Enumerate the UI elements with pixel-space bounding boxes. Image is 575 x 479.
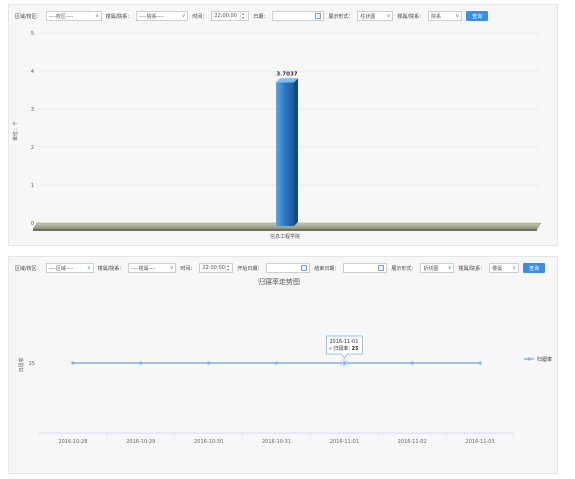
dept-label: 楼属/院系：: [397, 13, 425, 20]
line-chart-panel: 区域/校区： ----区域---- ∨ 楼属/院系： ----楼属---- ∨ 时间…: [8, 256, 558, 474]
date-input[interactable]: [272, 11, 325, 21]
calendar-icon[interactable]: [315, 13, 322, 19]
building-label: 楼属/院系：: [105, 13, 133, 20]
time-label: 时间：: [180, 265, 196, 272]
end-date-label: 结束日期：: [314, 265, 340, 272]
building-select[interactable]: ----院系---- ∨: [136, 11, 189, 21]
x-tick-label: 2016-10-30: [194, 439, 223, 445]
bar-chart: 0 1 2 3 4 5 单位：个 3.7037 信息工程学院: [12, 31, 542, 240]
legend-label[interactable]: 归寝率: [537, 356, 552, 363]
spinner-icon[interactable]: [224, 264, 231, 272]
dept-select[interactable]: 院系 ∨: [428, 11, 463, 21]
data-point[interactable]: [410, 361, 414, 365]
y-tick-label: 5: [31, 31, 34, 37]
y-tick-label: 25: [29, 361, 35, 367]
display-label: 展示形式：: [328, 13, 354, 20]
campus-select[interactable]: ----区域---- ∨: [45, 263, 94, 273]
chevron-down-icon: ∨: [455, 13, 460, 19]
time-input[interactable]: 22:00:00: [199, 263, 234, 273]
data-point[interactable]: [274, 361, 279, 365]
tooltip-marker: [329, 347, 332, 350]
tooltip-date: 2016-11-01: [329, 339, 358, 345]
filter-toolbar: 区域/校区： ----区域---- ∨ 楼属/院系： ----楼属---- ∨ 时间…: [15, 261, 551, 275]
chevron-down-icon: ∨: [181, 13, 186, 19]
spinner-icon[interactable]: [240, 12, 246, 20]
time-label: 时间：: [192, 13, 208, 20]
x-tick-label: 信息工程学院: [270, 233, 300, 240]
chevron-down-icon: ∨: [169, 265, 174, 271]
y-axis-label: 归寝率: [18, 357, 25, 372]
data-label: 3.7037: [276, 71, 297, 77]
x-tick-label: 2016-10-31: [262, 439, 291, 445]
campus-select[interactable]: ----校区---- ∨: [45, 11, 102, 21]
data-point[interactable]: [71, 361, 75, 365]
chevron-down-icon: ∨: [386, 13, 391, 19]
y-tick-label: 1: [31, 183, 34, 189]
y-tick-label: 0: [31, 221, 34, 227]
start-date-input[interactable]: [266, 263, 311, 273]
y-axis-label: 单位：个: [12, 121, 19, 141]
x-tick-label: 2016-11-02: [398, 439, 427, 445]
bar-chart-panel: 区域/校区： ----校区---- ∨ 楼属/院系： ----院系---- ∨ 时间…: [8, 4, 558, 246]
chevron-down-icon: ∨: [447, 265, 452, 271]
campus-label: 区域/校区：: [15, 13, 42, 20]
bar[interactable]: [276, 82, 294, 226]
chevron-down-icon: ∨: [512, 265, 517, 271]
data-point[interactable]: [478, 361, 482, 365]
chevron-down-icon: ∨: [87, 265, 91, 271]
query-button[interactable]: 查询: [466, 11, 489, 21]
tooltip-value: 归寝率: 25: [333, 345, 359, 352]
dept-select[interactable]: 楼属 ∨: [489, 263, 520, 273]
y-tick-label: 4: [31, 69, 34, 75]
chevron-down-icon: ∨: [95, 13, 99, 19]
time-input[interactable]: 22:00:00: [211, 11, 250, 21]
end-date-input[interactable]: [343, 263, 388, 273]
date-label: 日期：: [253, 13, 269, 20]
x-tick-label: 2016-11-03: [466, 439, 495, 445]
calendar-icon[interactable]: [378, 265, 385, 271]
x-tick-label: 2016-10-29: [126, 439, 155, 445]
line-chart: 归寝率走势图 归寝率 25 2016-10-28 2016-10-29 2016-1…: [18, 277, 552, 445]
dept-label: 楼属/院系：: [458, 265, 486, 272]
campus-label: 区域/校区：: [15, 265, 42, 272]
chart-floor-edge: [33, 229, 537, 231]
query-button[interactable]: 查询: [523, 263, 546, 273]
y-tick-label: 2: [31, 145, 34, 151]
x-tick-label: 2016-11-01: [330, 439, 359, 445]
chart-title: 归寝率走势图: [258, 277, 300, 286]
data-point[interactable]: [341, 360, 347, 366]
display-select[interactable]: 柱状图 ∨: [357, 11, 394, 21]
data-point[interactable]: [139, 361, 143, 365]
x-tick-label: 2016-10-28: [58, 439, 87, 445]
legend-marker: [527, 357, 531, 361]
bar-side: [294, 78, 298, 226]
y-tick-label: 3: [31, 107, 34, 113]
filter-toolbar: 区域/校区： ----校区---- ∨ 楼属/院系： ----院系---- ∨ 时间…: [15, 9, 551, 23]
calendar-icon[interactable]: [301, 265, 308, 271]
building-select[interactable]: ----楼属---- ∨: [128, 263, 177, 273]
building-label: 楼属/院系：: [97, 265, 125, 272]
start-date-label: 开始日期：: [237, 265, 263, 272]
display-label: 展示形式：: [391, 265, 417, 272]
display-select[interactable]: 折线图 ∨: [420, 263, 455, 273]
data-point[interactable]: [207, 361, 211, 365]
